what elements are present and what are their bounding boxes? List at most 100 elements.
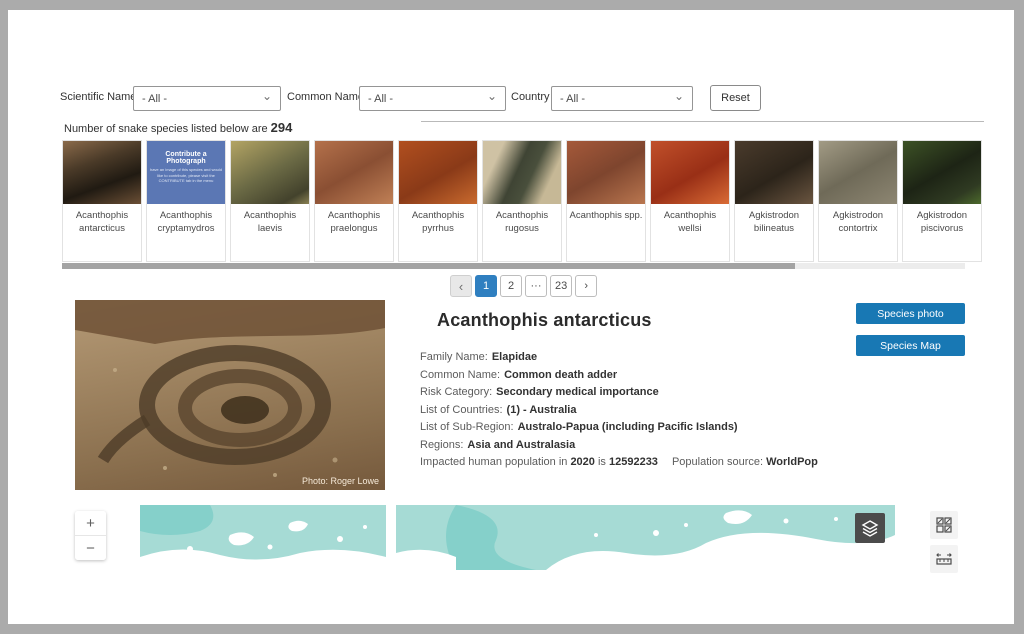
species-thumb-photo (567, 141, 645, 204)
species-card[interactable]: Agkistrodon contortrix (818, 140, 898, 262)
species-thumb-photo (903, 141, 981, 204)
pagination-page-1[interactable]: 1 (475, 275, 497, 297)
field-label: Risk Category: (420, 386, 492, 398)
population-line: Impacted human population in 2020 is 125… (420, 456, 850, 468)
basemap-gallery-button[interactable] (930, 511, 958, 539)
species-card[interactable]: Agkistrodon bilineatus (734, 140, 814, 262)
contribute-text: have an image of this species and would … (147, 167, 225, 184)
field-label: Regions: (420, 439, 463, 451)
pagination-ellipsis[interactable]: ··· (525, 275, 547, 297)
species-card-name: Acanthophis pyrrhus (399, 204, 477, 236)
species-thumb-photo (735, 141, 813, 204)
species-card-name: Acanthophis wellsi (651, 204, 729, 236)
divider-line (421, 121, 984, 122)
species-card-contribute[interactable]: Contribute a Photograph have an image of… (146, 140, 226, 262)
field-value: (1) - Australia (507, 404, 577, 416)
species-map-button[interactable]: Species Map (856, 335, 965, 356)
species-card-name: Acanthophis antarcticus (63, 204, 141, 236)
population-year: 2020 (570, 456, 594, 468)
layers-icon (861, 519, 879, 537)
pagination-next-icon[interactable]: › (575, 275, 597, 297)
pagination: ‹ 1 2 ··· 23 › (450, 275, 597, 297)
population-source-value: WorldPop (766, 456, 818, 468)
species-count-value: 294 (271, 120, 293, 135)
species-card-name: Acanthophis laevis (231, 204, 309, 236)
basemap-grid-icon (936, 517, 952, 533)
pagination-page-2[interactable]: 2 (500, 275, 522, 297)
common-name-label: Common Name (287, 91, 364, 103)
measure-icon (936, 551, 952, 567)
map-zoom-control: + − (75, 511, 106, 560)
field-common-name: Common Name: Common death adder (420, 369, 850, 381)
map-illustration (396, 505, 895, 570)
field-value: Secondary medical importance (496, 386, 659, 398)
reset-button[interactable]: Reset (710, 85, 761, 111)
field-countries: List of Countries: (1) - Australia (420, 404, 850, 416)
carousel-scrollbar-track[interactable] (62, 263, 965, 269)
species-thumb-photo (231, 141, 309, 204)
species-title: Acanthophis antarcticus (437, 310, 652, 331)
pagination-prev-icon[interactable]: ‹ (450, 275, 472, 297)
layers-button[interactable] (855, 513, 885, 543)
scientific-name-value: - All - (142, 93, 167, 105)
species-fields: Family Name:Elapidae Common Name:Common … (420, 351, 850, 468)
carousel-scrollbar-thumb[interactable] (62, 263, 795, 269)
species-count-text: Number of snake species listed below are (64, 123, 271, 135)
species-thumb-photo (483, 141, 561, 204)
field-label: Common Name: (420, 369, 500, 381)
species-thumb-photo (819, 141, 897, 204)
field-value: Asia and Australasia (467, 439, 575, 451)
zoom-in-button[interactable]: + (75, 511, 106, 535)
map-tile-right[interactable] (396, 505, 895, 570)
country-value: - All - (560, 93, 585, 105)
species-card[interactable]: Acanthophis pyrrhus (398, 140, 478, 262)
species-card-name: Acanthophis praelongus (315, 204, 393, 236)
snake-photo-illustration (75, 300, 385, 490)
window-frame: Scientific Name - All - ⌄ Common Name - … (0, 0, 1024, 634)
scientific-name-label: Scientific Name (60, 91, 136, 103)
field-subregion: List of Sub-Region: Australo-Papua (inclu… (420, 421, 850, 433)
species-card[interactable]: Acanthophis rugosus (482, 140, 562, 262)
species-thumb-photo (315, 141, 393, 204)
app-page: Scientific Name - All - ⌄ Common Name - … (8, 10, 1014, 624)
species-card[interactable]: Acanthophis antarcticus (62, 140, 142, 262)
pagination-page-23[interactable]: 23 (550, 275, 572, 297)
species-thumb-photo (63, 141, 141, 204)
species-thumb-photo (399, 141, 477, 204)
population-value: 12592233 (609, 456, 658, 468)
field-value: Common death adder (504, 369, 617, 381)
population-prefix: Impacted human population in (420, 456, 570, 468)
species-card-name: Agkistrodon contortrix (819, 204, 897, 236)
chevron-down-icon: ⌄ (674, 92, 684, 100)
species-card-name: Agkistrodon bilineatus (735, 204, 813, 236)
field-regions: Regions: Asia and Australasia (420, 439, 850, 451)
map-tile-left[interactable] (140, 505, 386, 570)
species-photo: Photo: Roger Lowe (75, 300, 385, 490)
species-card[interactable]: Acanthophis laevis (230, 140, 310, 262)
measure-button[interactable] (930, 545, 958, 573)
species-card-name: Acanthophis rugosus (483, 204, 561, 236)
field-value: Elapidae (492, 351, 537, 363)
photo-credit: Photo: Roger Lowe (302, 476, 379, 486)
field-label: List of Sub-Region: (420, 421, 514, 433)
species-card[interactable]: Acanthophis praelongus (314, 140, 394, 262)
scientific-name-select[interactable]: - All - ⌄ (133, 86, 281, 111)
field-value: Australo-Papua (including Pacific Island… (518, 421, 738, 433)
common-name-select[interactable]: - All - ⌄ (359, 86, 506, 111)
species-card-name: Agkistrodon piscivorus (903, 204, 981, 236)
species-card[interactable]: Agkistrodon piscivorus (902, 140, 982, 262)
map-illustration (140, 505, 386, 570)
field-family: Family Name:Elapidae (420, 351, 850, 363)
field-label: List of Countries: (420, 404, 503, 416)
species-card[interactable]: Acanthophis wellsi (650, 140, 730, 262)
chevron-down-icon: ⌄ (487, 92, 497, 100)
field-risk-category: Risk Category: Secondary medical importan… (420, 386, 850, 398)
species-photo-button[interactable]: Species photo (856, 303, 965, 324)
species-count-line: Number of snake species listed below are… (64, 120, 292, 135)
chevron-down-icon: ⌄ (262, 92, 272, 100)
zoom-out-button[interactable]: − (75, 536, 106, 560)
country-select[interactable]: - All - ⌄ (551, 86, 693, 111)
species-card-name: Acanthophis spp. (567, 204, 645, 223)
country-label: Country (511, 91, 550, 103)
species-card[interactable]: Acanthophis spp. (566, 140, 646, 262)
